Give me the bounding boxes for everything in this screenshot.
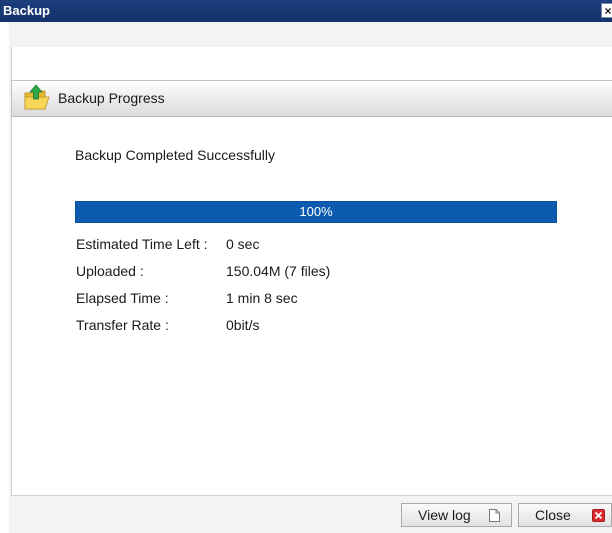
title-bar[interactable]: Backup × [0,0,612,22]
red-x-icon [592,509,605,522]
folder-upload-icon [24,84,50,110]
stat-label-transfer-rate: Transfer Rate : [76,317,169,333]
status-message: Backup Completed Successfully [75,147,275,163]
window-close-button[interactable]: × [601,3,612,18]
view-log-label: View log [418,507,471,523]
progress-label: 100% [299,204,333,219]
stat-value-elapsed-time: 1 min 8 sec [226,290,298,306]
stat-label-estimated-time: Estimated Time Left : [76,236,208,252]
stat-label-uploaded: Uploaded : [76,263,144,279]
window-title: Backup [3,3,50,18]
stat-label-elapsed-time: Elapsed Time : [76,290,169,306]
progress-bar: 100% [75,201,557,223]
close-button[interactable]: Close [518,503,612,527]
backup-window: Backup × Backup Progress Backup Complete… [0,0,612,533]
section-title: Backup Progress [58,90,165,106]
stat-value-transfer-rate: 0bit/s [226,317,260,333]
stat-value-uploaded: 150.04M (7 files) [226,263,331,279]
view-log-button[interactable]: View log [401,503,512,527]
stat-value-estimated-time: 0 sec [226,236,260,252]
close-label: Close [535,507,571,523]
document-icon [489,509,500,522]
